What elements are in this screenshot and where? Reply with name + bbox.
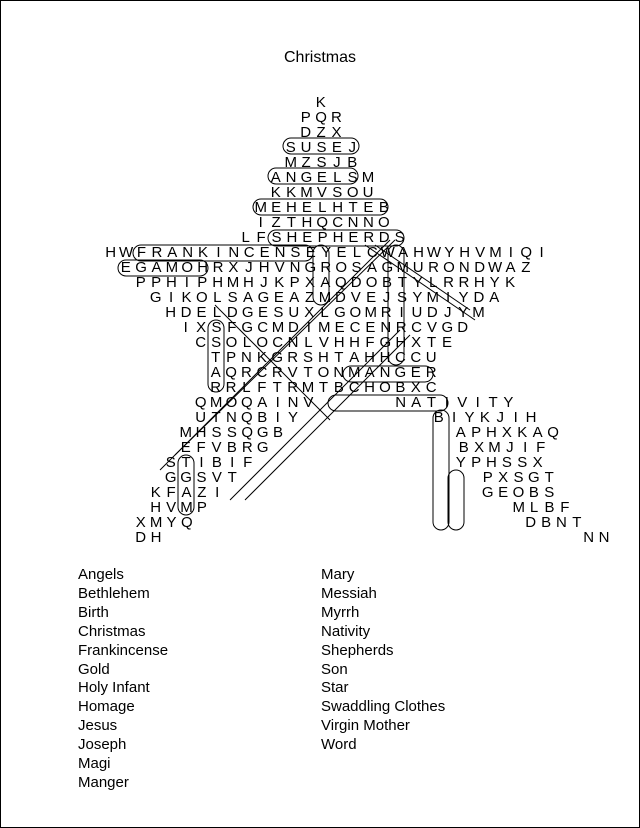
found-word-star [207, 319, 225, 393]
word-list-item: Myrrh [321, 603, 360, 621]
found-word-angels [267, 167, 359, 185]
found-word-homage [117, 259, 209, 277]
word-list-item: Virgin Mother [321, 717, 410, 735]
word-list-item: Nativity [321, 622, 371, 640]
word-list-item: Holy Infant [78, 679, 150, 697]
found-word-jesus [282, 137, 360, 155]
found-word-markings [117, 137, 476, 531]
found-word-gold [447, 469, 465, 531]
word-list-item: Swaddling Clothes [321, 698, 446, 716]
found-word-diagonal-7 [374, 244, 471, 311]
word-list-right: Mary Messiah Myrrh Nativity Shepherds Son Star… [321, 566, 445, 755]
word-list-item: Manger [78, 773, 129, 791]
word-list-item: Shepherds [321, 641, 394, 659]
found-word-bethlehem [252, 198, 389, 216]
word-list-item: Messiah [321, 584, 377, 602]
word-list-item: Star [321, 679, 349, 697]
word-list-item: Birth [78, 603, 109, 621]
word-list-item: Homage [78, 698, 135, 716]
found-word-frankincense [132, 244, 314, 262]
found-word-diagonal-6 [364, 244, 476, 321]
found-word-shepherds [267, 229, 405, 247]
word-list-item: Jesus [78, 717, 118, 735]
word-list-item: Christmas [78, 622, 146, 640]
word-list-item: Word [321, 736, 357, 754]
word-list-item: Son [321, 660, 348, 678]
word-list-item: Magi [78, 755, 111, 773]
word-list-item: Mary [321, 566, 355, 583]
found-word-magi [177, 454, 195, 516]
found-word-mary [312, 244, 330, 306]
word-list-item: Gold [78, 660, 110, 678]
found-word-diagonal-1 [214, 304, 331, 421]
word-list-item: Frankincense [78, 641, 169, 659]
word-list-item: Angels [78, 566, 124, 583]
word-list-item: Joseph [78, 736, 127, 754]
found-word-nativity [327, 394, 449, 412]
found-word-messiah [432, 409, 450, 531]
found-word-diagonal-4 [229, 329, 401, 501]
word-list-left: Angels Bethlehem Birth Christmas Frankincens… [78, 566, 168, 793]
word-list-item: Bethlehem [78, 584, 150, 602]
